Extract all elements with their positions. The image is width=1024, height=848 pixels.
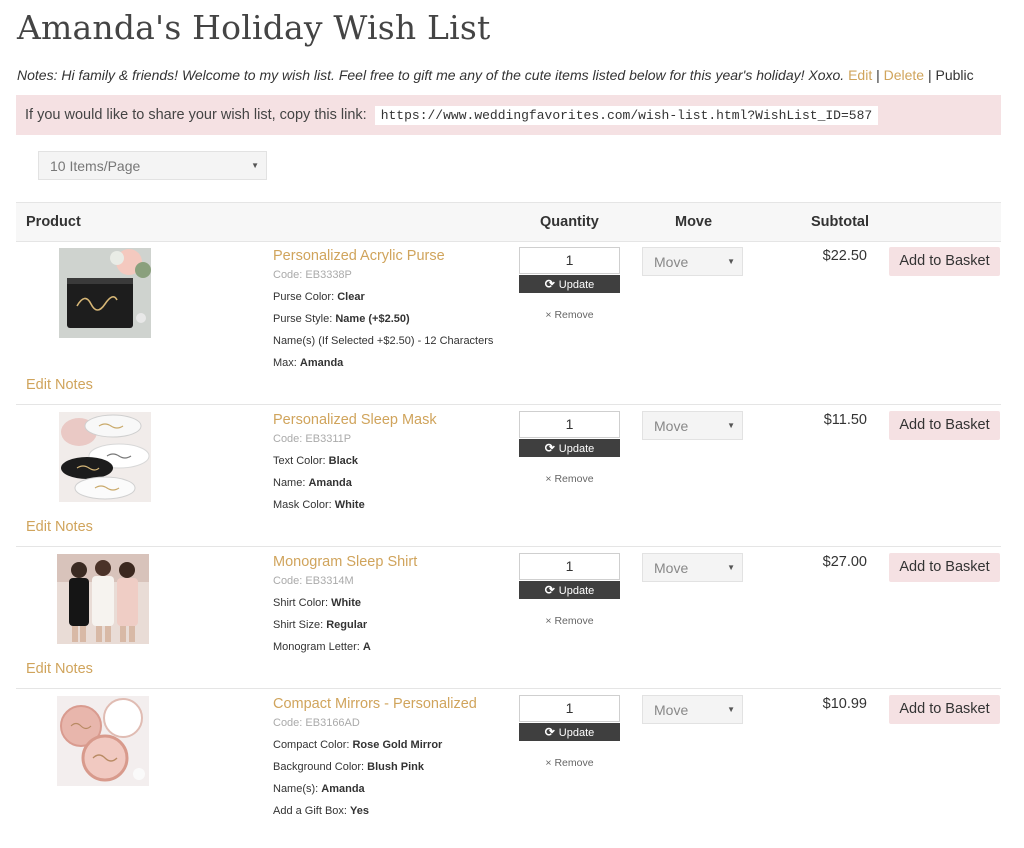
caret-down-icon: ▼ [727, 420, 735, 430]
wishlist-notes: Notes: Hi family & friends! Welcome to m… [17, 67, 974, 83]
items-per-page-select[interactable]: 10 Items/Page ▼ [38, 151, 267, 180]
remove-link[interactable]: × Remove [519, 615, 620, 627]
add-to-basket-button[interactable]: Add to Basket [889, 695, 1000, 724]
product-code: Code: EB3166AD [273, 717, 360, 729]
remove-link[interactable]: × Remove [519, 757, 620, 769]
product-option: Name(s): Amanda [273, 783, 365, 795]
update-button[interactable]: ⟳ Update [519, 439, 620, 457]
share-prompt: If you would like to share your wish lis… [25, 107, 367, 123]
quantity-input[interactable]: 1 [519, 553, 620, 580]
add-to-basket-button[interactable]: Add to Basket [889, 553, 1000, 582]
update-button[interactable]: ⟳ Update [519, 275, 620, 293]
move-select[interactable]: Move ▼ [642, 247, 743, 276]
product-option: Compact Color: Rose Gold Mirror [273, 739, 443, 751]
product-option: Text Color: Black [273, 455, 358, 467]
subtotal-value: $11.50 [823, 412, 867, 428]
edit-notes-link[interactable]: Edit [848, 67, 872, 83]
move-select[interactable]: Move ▼ [642, 411, 743, 440]
move-select[interactable]: Move ▼ [642, 553, 743, 582]
subtotal-value: $22.50 [822, 248, 867, 264]
product-option: Purse Color: Clear [273, 291, 365, 303]
separator: | [876, 67, 880, 83]
notes-text: Notes: Hi family & friends! Welcome to m… [17, 67, 845, 83]
add-to-basket-button[interactable]: Add to Basket [889, 247, 1000, 276]
product-option: Name(s) (If Selected +$2.50) - 12 Charac… [273, 335, 494, 347]
remove-link[interactable]: × Remove [519, 309, 620, 321]
remove-link[interactable]: × Remove [519, 473, 620, 485]
product-name-link[interactable]: Personalized Acrylic Purse [273, 248, 445, 264]
product-name-link[interactable]: Compact Mirrors - Personalized [273, 696, 477, 712]
quantity-input[interactable]: 1 [519, 411, 620, 438]
subtotal-value: $27.00 [822, 554, 867, 570]
caret-down-icon: ▼ [727, 256, 735, 266]
subtotal-value: $10.99 [822, 696, 867, 712]
product-option: Max: Amanda [273, 357, 344, 369]
header-subtotal: Subtotal [811, 214, 869, 230]
table-row: Compact Mirrors - Personalized Code: EB3… [16, 688, 1001, 848]
product-option: Name: Amanda [273, 477, 352, 489]
edit-notes-link[interactable]: Edit Notes [26, 377, 93, 393]
product-option: Add a Gift Box: Yes [273, 805, 370, 817]
move-select[interactable]: Move ▼ [642, 695, 743, 724]
product-image-acrylic-purse[interactable] [59, 248, 151, 338]
product-option: Shirt Size: Regular [273, 619, 368, 631]
separator: | [927, 67, 932, 83]
visibility-status: Public [935, 67, 974, 83]
caret-down-icon: ▼ [727, 704, 735, 714]
items-per-page-value: 10 Items/Page [50, 157, 141, 174]
table-header: Product Quantity Move Subtotal [16, 202, 1001, 242]
table-row: Personalized Acrylic Purse Code: EB3338P… [16, 240, 1001, 405]
product-image-sleep-shirt[interactable] [57, 554, 149, 644]
product-option: Mask Color: White [273, 499, 365, 511]
add-to-basket-button[interactable]: Add to Basket [889, 411, 1000, 440]
refresh-icon: ⟳ [544, 277, 555, 291]
table-row: Monogram Sleep Shirt Code: EB3314M Shirt… [16, 546, 1001, 689]
table-row: Personalized Sleep Mask Code: EB3311P Te… [16, 404, 1001, 547]
quantity-input[interactable]: 1 [519, 695, 620, 722]
share-link[interactable]: https://www.weddingfavorites.com/wish-li… [374, 105, 879, 125]
share-bar: If you would like to share your wish lis… [16, 95, 1001, 135]
product-code: Code: EB3314M [273, 575, 354, 587]
caret-down-icon: ▼ [727, 562, 735, 572]
header-product: Product [26, 214, 81, 230]
product-image-compact-mirrors[interactable] [57, 696, 149, 786]
refresh-icon: ⟳ [544, 725, 555, 739]
refresh-icon: ⟳ [544, 441, 555, 455]
product-option: Monogram Letter: A [273, 641, 371, 653]
header-move: Move [675, 214, 713, 230]
page-title: Amanda's Holiday Wish List [17, 8, 491, 47]
product-code: Code: EB3338P [273, 269, 352, 281]
refresh-icon: ⟳ [544, 583, 555, 597]
quantity-input[interactable]: 1 [519, 247, 620, 274]
product-option: Purse Style: Name (+$2.50) [273, 313, 410, 325]
edit-notes-link[interactable]: Edit Notes [26, 661, 93, 677]
header-quantity: Quantity [540, 214, 599, 230]
caret-down-icon: ▼ [251, 160, 259, 170]
product-name-link[interactable]: Monogram Sleep Shirt [273, 554, 417, 570]
update-button[interactable]: ⟳ Update [519, 581, 620, 599]
product-name-link[interactable]: Personalized Sleep Mask [273, 412, 437, 428]
product-option: Shirt Color: White [273, 597, 362, 609]
product-option: Background Color: Blush Pink [273, 761, 425, 773]
update-button[interactable]: ⟳ Update [519, 723, 620, 741]
delete-list-link[interactable]: Delete [884, 67, 924, 83]
product-image-sleep-mask[interactable] [59, 412, 151, 502]
edit-notes-link[interactable]: Edit Notes [26, 519, 93, 535]
product-code: Code: EB3311P [273, 433, 352, 445]
